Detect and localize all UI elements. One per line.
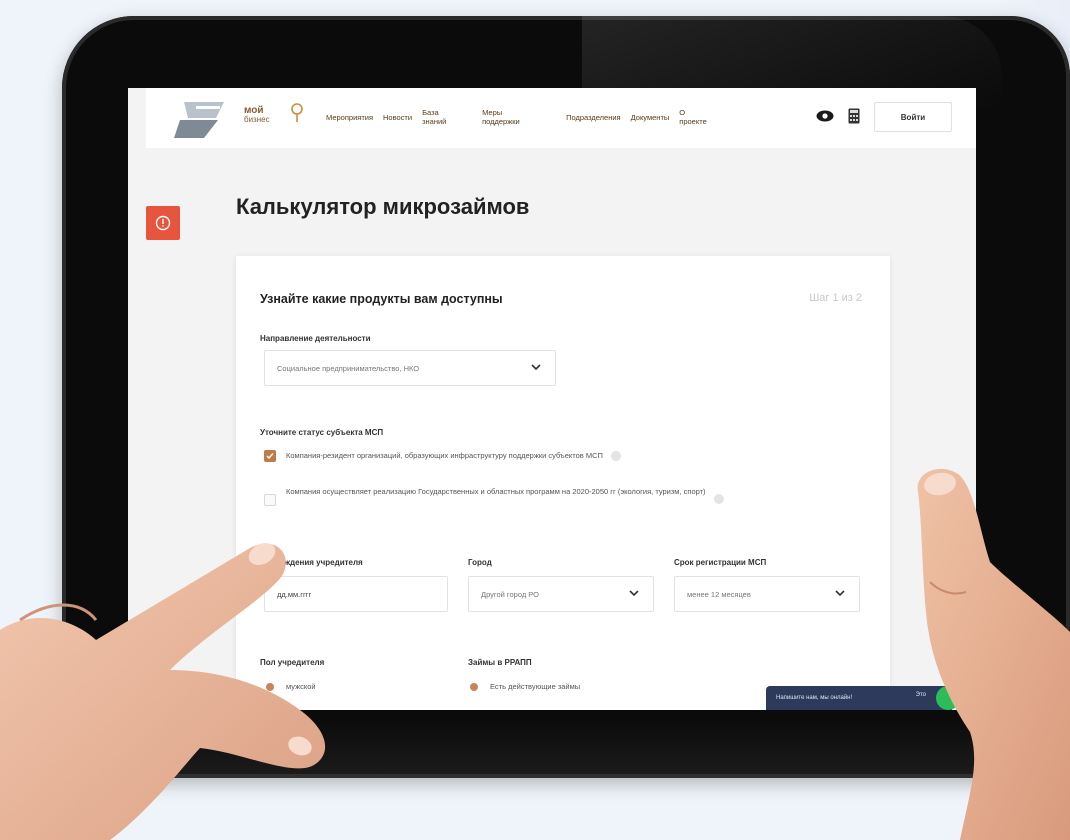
alert-badge[interactable] <box>146 206 180 240</box>
page-title: Калькулятор микрозаймов <box>236 194 530 219</box>
city-label: Город <box>468 558 492 567</box>
check-icon <box>266 453 274 460</box>
chevron-down-icon <box>629 590 639 597</box>
gov-logo-icon <box>174 102 224 138</box>
nav-item-events[interactable]: Мероприятия <box>326 113 373 122</box>
header-icons <box>816 108 860 124</box>
info-icon[interactable] <box>713 494 724 504</box>
loans-label: Займы в РРАПП <box>468 658 532 667</box>
loans-option-text: Есть действующие займы <box>490 682 581 691</box>
checkbox-checked[interactable] <box>264 450 276 462</box>
nav-item-support-measures[interactable]: Меры поддержки <box>482 108 530 126</box>
chevron-down-icon <box>531 364 541 371</box>
nav-item-departments[interactable]: Подразделения <box>566 113 621 122</box>
city-value: Другой город РО <box>481 589 539 599</box>
activity-value: Социальное предпринимательство, НКО <box>277 363 420 373</box>
registration-label: Срок регистрации МСП <box>674 558 767 567</box>
nav-item-about[interactable]: О проекте <box>679 108 713 126</box>
calculator-icon[interactable] <box>848 108 860 124</box>
registration-select[interactable]: менее 12 месяцев <box>674 576 860 612</box>
status-option-2-text: Компания осуществляет реализацию Государ… <box>286 487 706 496</box>
checkbox-unchecked[interactable] <box>264 494 276 506</box>
step-indicator: Шаг 1 из 2 <box>809 292 862 304</box>
nav-item-documents[interactable]: Документы <box>631 113 670 122</box>
moy-biznes-logo[interactable]: мой бизнес <box>244 106 270 125</box>
nav-item-news[interactable]: Новости <box>383 113 412 122</box>
status-option-2[interactable]: Компания осуществляет реализацию Государ… <box>264 484 854 506</box>
main-nav: Мероприятия Новости База знаний Меры под… <box>326 102 723 132</box>
nav-item-knowledge-base[interactable]: База знаний <box>422 108 454 126</box>
chat-text: Напишите нам, мы онлайн! <box>776 695 853 701</box>
alert-circle-icon <box>155 215 171 231</box>
status-option-1[interactable]: Компания-резидент организаций, образующи… <box>264 448 794 464</box>
status-option-1-text: Компания-резидент организаций, образующи… <box>286 451 603 460</box>
card-title: Узнайте какие продукты вам доступны <box>260 292 503 306</box>
lightbulb-icon <box>291 103 303 122</box>
eye-icon[interactable] <box>816 110 834 122</box>
status-label: Уточните статус субъекта МСП <box>260 428 384 437</box>
registration-value: менее 12 месяцев <box>687 589 751 599</box>
chevron-down-icon <box>835 590 845 597</box>
left-hand <box>0 542 326 840</box>
right-hand <box>917 468 1070 840</box>
site-header: мой бизнес Мероприятия Новости База знани… <box>146 88 976 148</box>
activity-select[interactable]: Социальное предпринимательство, НКО <box>264 350 556 386</box>
info-icon[interactable] <box>610 451 621 461</box>
city-select[interactable]: Другой город РО <box>468 576 654 612</box>
radio-selected[interactable] <box>470 682 478 691</box>
activity-label: Направление деятельности <box>260 334 371 343</box>
loans-option-active[interactable]: Есть действующие займы <box>470 682 580 691</box>
login-button[interactable]: Войти <box>874 102 952 132</box>
